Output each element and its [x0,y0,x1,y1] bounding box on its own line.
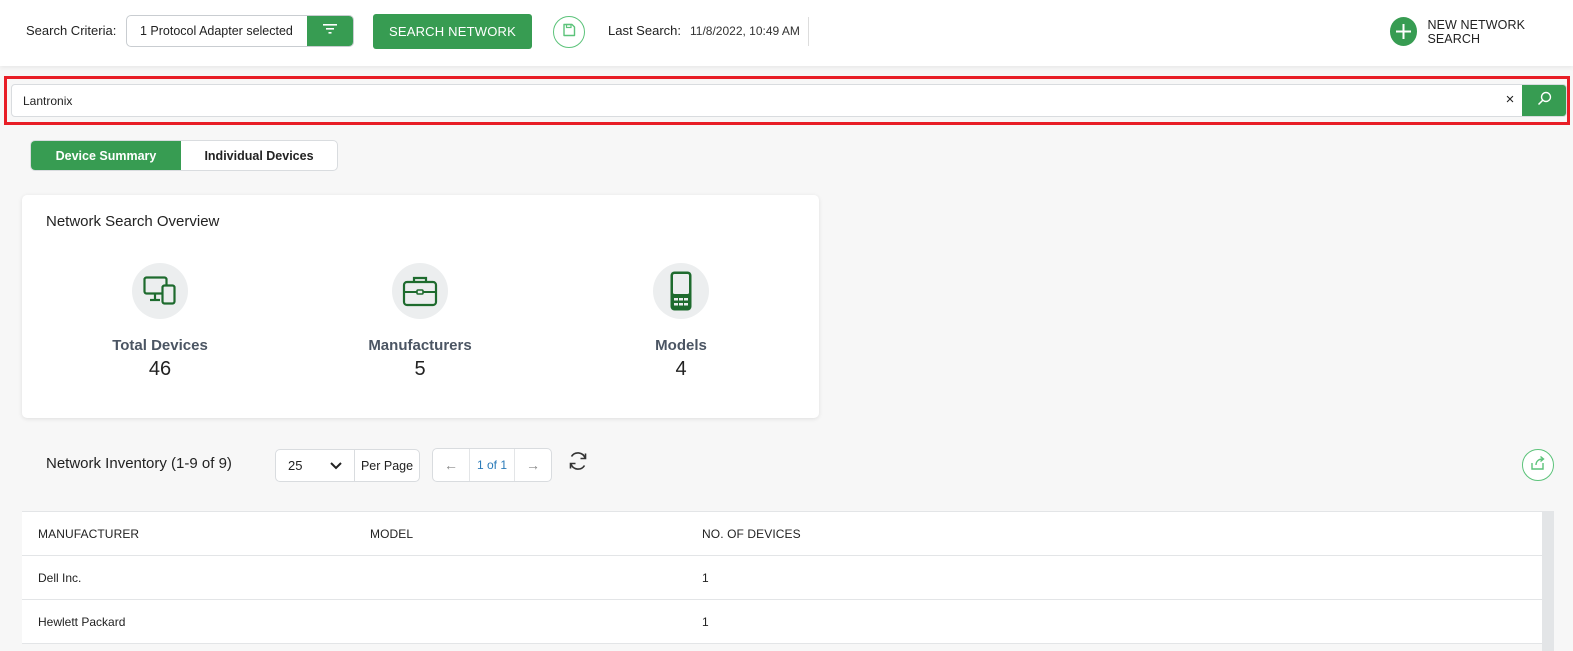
stat-label: Manufacturers [368,337,472,354]
cell-manufacturer: Hewlett Packard [38,614,126,629]
clear-search-icon[interactable]: × [1502,92,1518,108]
plus-icon [1390,17,1418,46]
column-header-manufacturer[interactable]: MANUFACTURER [22,527,354,541]
stat-models: Models 4 [581,263,781,381]
per-page-select[interactable]: 25 [276,450,355,481]
stat-total-devices: Total Devices 46 [60,263,260,381]
inventory-table: MANUFACTURER MODEL NO. OF DEVICES Dell I… [22,511,1542,644]
search-icon [1537,91,1552,111]
refresh-icon [567,452,589,476]
search-criteria-label: Search Criteria: [26,23,117,38]
last-search-timestamp: 11/8/2022, 10:49 AM [690,24,800,38]
stat-value: 5 [414,358,426,380]
stat-value: 4 [675,358,687,380]
tab-individual-devices[interactable]: Individual Devices [181,141,337,170]
device-search-input[interactable] [12,85,1492,116]
divider [808,17,809,46]
stat-label: Models [655,337,707,354]
per-page-label: Per Page [360,458,414,473]
new-network-search-label: NEW NETWORK SEARCH [1427,17,1526,46]
prev-page-button[interactable]: ← [433,449,469,481]
network-search-overview-card: Network Search Overview Total Devices 46… [22,195,819,418]
column-header-devices[interactable]: NO. OF DEVICES [686,527,1542,541]
pagination: ← 1 of 1 → [432,448,552,482]
device-search-field: × [11,84,1567,117]
search-submit-button[interactable] [1522,85,1566,116]
floppy-disk-icon [562,23,576,42]
filter-icon [323,22,337,40]
cell-devices: 1 [702,614,709,629]
devices-icon [132,263,188,319]
export-button[interactable] [1522,449,1554,481]
search-network-button[interactable]: SEARCH NETWORK [373,14,532,49]
chevron-down-icon [330,458,342,473]
new-network-search-button[interactable]: NEW NETWORK SEARCH [1390,17,1573,46]
cell-manufacturer: Dell Inc. [38,570,82,585]
per-page-control: 25 Per Page [275,449,420,482]
table-scrollbar[interactable] [1542,511,1554,651]
tab-device-summary[interactable]: Device Summary [31,141,181,170]
table-row[interactable]: Dell Inc. 1 [22,556,1542,600]
cell-devices: 1 [702,570,709,585]
search-criteria-value: 1 Protocol Adapter selected [140,24,293,38]
network-inventory-title: Network Inventory (1-9 of 9) [46,455,232,472]
briefcase-icon [392,263,448,319]
page-indicator: 1 of 1 [469,449,515,481]
view-tabs: Device Summary Individual Devices [30,140,338,171]
save-search-button[interactable] [553,16,585,48]
stat-value: 46 [148,358,172,380]
share-export-icon [1530,455,1546,476]
stat-label: Total Devices [112,337,208,354]
table-header-row: MANUFACTURER MODEL NO. OF DEVICES [22,511,1542,556]
table-row[interactable]: Hewlett Packard 1 [22,600,1542,644]
stat-manufacturers: Manufacturers 5 [320,263,520,381]
card-title: Network Search Overview [46,213,220,230]
next-page-button[interactable]: → [515,449,551,481]
top-bar: Search Criteria: 1 Protocol Adapter sele… [0,0,1573,66]
filter-button[interactable] [307,16,353,46]
search-criteria-select[interactable]: 1 Protocol Adapter selected [126,15,354,47]
per-page-value: 25 [288,458,303,473]
last-search-label: Last Search: [608,23,681,38]
column-header-model[interactable]: MODEL [354,527,686,541]
handheld-device-icon [653,263,709,319]
refresh-button[interactable] [567,450,589,472]
